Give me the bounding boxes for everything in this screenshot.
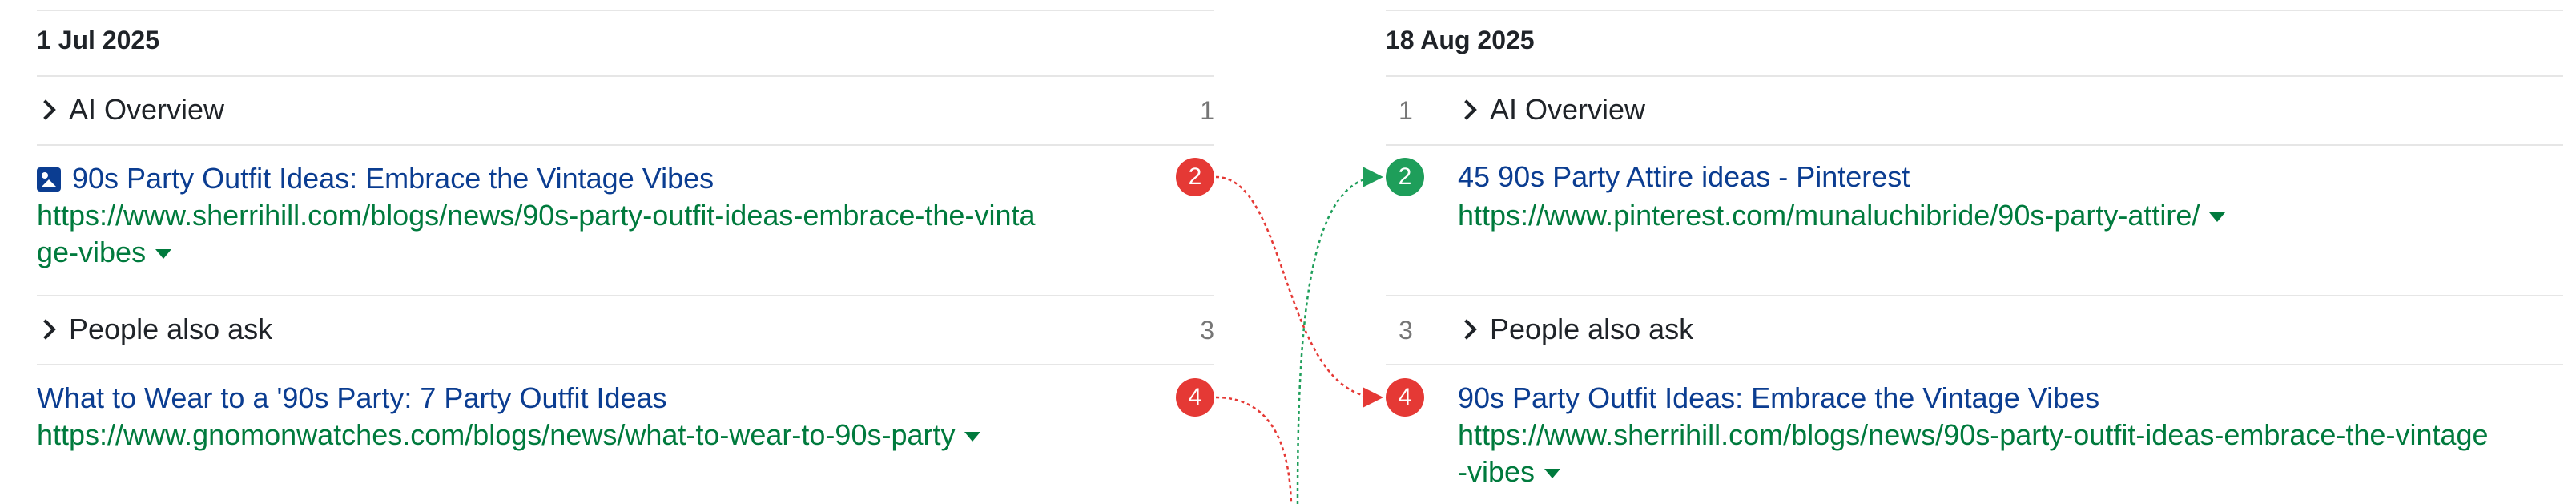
chevron-right-icon <box>35 99 56 120</box>
divider <box>37 144 1214 146</box>
result-title-link[interactable]: 90s Party Outfit Ideas: Embrace the Vint… <box>1458 381 2099 415</box>
divider <box>1386 364 2563 365</box>
people-also-ask-label: People also ask <box>69 312 273 345</box>
divider <box>37 10 1214 11</box>
caret-down-icon[interactable] <box>2209 212 2226 223</box>
divider <box>1386 10 2563 11</box>
divider <box>37 364 1214 365</box>
people-also-ask-row[interactable]: People also ask <box>1456 312 1694 346</box>
position-number: 3 <box>1399 316 1413 345</box>
divider <box>1386 75 2563 77</box>
result-title-link[interactable]: 90s Party Outfit Ideas: Embrace the Vint… <box>37 162 714 196</box>
result-title-link[interactable]: 45 90s Party Attire ideas - Pinterest <box>1458 160 1910 194</box>
snapshot-date: 18 Aug 2025 <box>1386 26 1535 54</box>
caret-down-icon[interactable] <box>1544 469 1561 479</box>
chevron-right-icon <box>35 319 56 340</box>
position-badge: 4 <box>1386 378 1424 417</box>
ai-overview-row[interactable]: AI Overview <box>35 93 225 127</box>
chevron-right-icon <box>1456 319 1477 340</box>
ai-overview-row[interactable]: AI Overview <box>1456 93 1646 127</box>
result-url[interactable]: https://www.pinterest.com/munaluchibride… <box>1458 197 2226 234</box>
result-url[interactable]: https://www.gnomonwatches.com/blogs/news… <box>37 417 981 454</box>
position-badge: 2 <box>1386 158 1424 196</box>
snapshot-date: 1 Jul 2025 <box>37 26 159 54</box>
chevron-right-icon <box>1456 99 1477 120</box>
people-also-ask-label: People also ask <box>1490 312 1694 345</box>
position-badge: 2 <box>1176 158 1214 196</box>
position-badge: 4 <box>1176 378 1214 417</box>
image-icon <box>37 167 61 192</box>
ai-overview-label: AI Overview <box>1490 93 1646 126</box>
divider <box>37 295 1214 296</box>
connector-left4-outgoing <box>1215 396 1293 504</box>
caret-down-icon[interactable] <box>155 249 172 260</box>
result-url[interactable]: https://www.sherrihill.com/blogs/news/90… <box>37 197 1035 271</box>
divider <box>1386 144 2563 146</box>
people-also-ask-row[interactable]: People also ask <box>35 312 273 346</box>
result-title-link[interactable]: What to Wear to a '90s Party: 7 Party Ou… <box>37 381 667 415</box>
result-url[interactable]: https://www.sherrihill.com/blogs/news/90… <box>1458 417 2489 490</box>
connector-left2-to-right4 <box>1215 175 1383 408</box>
ai-overview-label: AI Overview <box>69 93 225 126</box>
position-number: 1 <box>1399 96 1413 125</box>
divider <box>1386 295 2563 296</box>
connector-to-right2 <box>1296 167 1383 504</box>
position-number: 1 <box>1200 96 1214 125</box>
position-number: 3 <box>1200 316 1214 345</box>
caret-down-icon[interactable] <box>964 432 981 442</box>
divider <box>37 75 1214 77</box>
